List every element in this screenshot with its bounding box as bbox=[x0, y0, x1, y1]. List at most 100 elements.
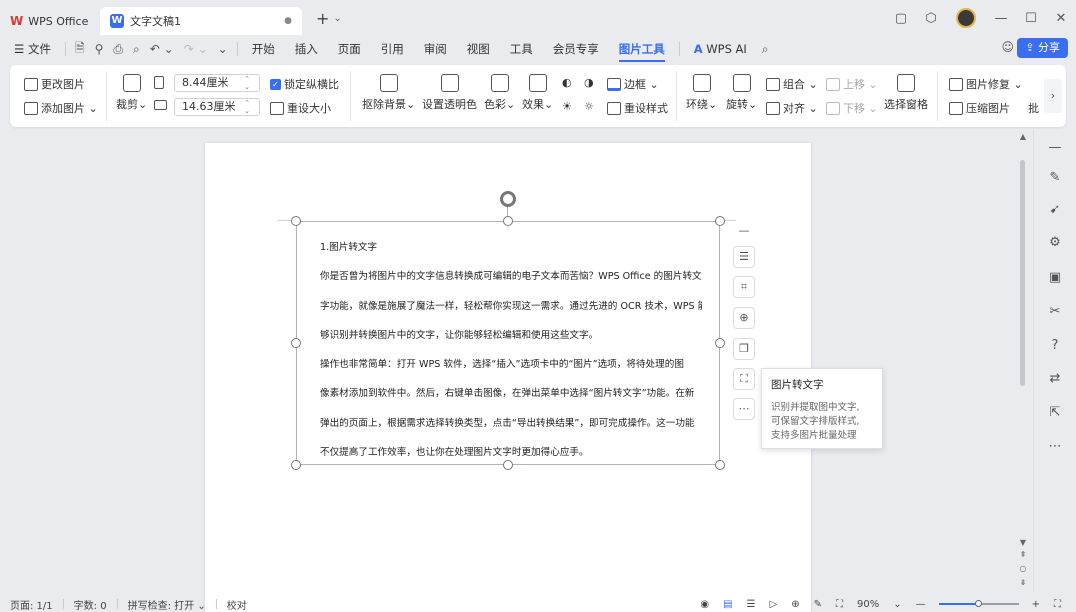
file-menu[interactable]: ☰ 文件 bbox=[0, 41, 61, 57]
minimize-icon[interactable]: — bbox=[986, 11, 1016, 26]
resize-handle-bottom-right[interactable] bbox=[715, 460, 725, 470]
zoom-dropdown-icon[interactable]: ⌄ bbox=[893, 599, 901, 610]
page-indicator[interactable]: 页面: 1/1 bbox=[0, 597, 63, 612]
image-to-text-icon[interactable]: ⛶ bbox=[733, 368, 755, 390]
wps-ai-button[interactable]: A WPS AI bbox=[684, 42, 757, 56]
pen-icon[interactable]: ✎ bbox=[1047, 170, 1063, 186]
effects-button[interactable]: 效果⌄ bbox=[522, 74, 553, 112]
scrollbar-thumb[interactable] bbox=[1020, 160, 1025, 386]
fit-page-icon[interactable]: ⛶ bbox=[836, 599, 843, 610]
more-chevron-icon[interactable]: ⌄ bbox=[213, 42, 233, 56]
save-icon[interactable]: 🗎 bbox=[70, 39, 90, 60]
tools-icon[interactable]: ✂ bbox=[1047, 304, 1063, 320]
maximize-icon[interactable]: ☐ bbox=[1016, 11, 1046, 26]
brightness-increase-icon[interactable]: ☀ bbox=[562, 100, 572, 113]
zoom-level[interactable]: 90% bbox=[857, 599, 879, 610]
page-view-icon[interactable]: ▤ bbox=[723, 599, 732, 610]
pointer-icon[interactable]: ➹ bbox=[1047, 202, 1063, 218]
tab-wps-home[interactable]: W WPS Office bbox=[0, 7, 100, 35]
scroll-down-icon[interactable]: ▼ bbox=[1017, 538, 1029, 547]
previous-page-icon[interactable]: ⇞ bbox=[1017, 550, 1029, 559]
change-image-button[interactable]: 更改图片 bbox=[24, 76, 85, 92]
menu-member[interactable]: 会员专享 bbox=[543, 41, 609, 57]
tablet-mode-icon[interactable]: ▢ bbox=[886, 11, 916, 26]
reset-size-button[interactable]: 重设大小 bbox=[270, 100, 331, 116]
share-button[interactable]: ⇪ 分享 bbox=[1017, 38, 1068, 58]
width-input[interactable]: 8.44厘米 bbox=[174, 74, 260, 92]
menu-view[interactable]: 视图 bbox=[457, 41, 500, 57]
height-input[interactable]: 14.63厘米 bbox=[174, 98, 260, 116]
lock-ratio-checkbox[interactable]: ✓ 锁定纵横比 bbox=[270, 76, 339, 92]
undo-icon[interactable]: ↶ ⌄ bbox=[145, 42, 179, 56]
resize-handle-bottom-left[interactable] bbox=[291, 460, 301, 470]
brightness-decrease-icon[interactable]: ☼ bbox=[584, 100, 594, 113]
move-down-button[interactable]: 下移 ⌄ bbox=[826, 100, 878, 116]
redo-icon[interactable]: ↷ ⌄ bbox=[179, 42, 213, 56]
zoom-out-icon[interactable]: — bbox=[916, 599, 926, 610]
unsaved-dot-icon[interactable]: ● bbox=[284, 16, 292, 26]
new-tab-plus-icon[interactable]: + bbox=[316, 9, 329, 28]
panel-toggle-icon[interactable]: — bbox=[1047, 140, 1063, 156]
menu-picture-tools[interactable]: 图片工具 bbox=[609, 41, 675, 62]
word-count[interactable]: 字数: 0 bbox=[64, 597, 117, 612]
proofread-button[interactable]: 校对 bbox=[217, 597, 257, 612]
collapse-toolbar-icon[interactable]: — bbox=[733, 221, 755, 243]
pen-mode-icon[interactable]: ✎ bbox=[814, 599, 822, 610]
image-edit-icon[interactable]: ▣ bbox=[1047, 270, 1063, 286]
color-button[interactable]: 色彩⌄ bbox=[484, 74, 515, 112]
reset-style-button[interactable]: 重设样式 bbox=[607, 100, 668, 116]
convert-icon[interactable]: ⇄ bbox=[1047, 371, 1063, 387]
crop-button[interactable]: 裁剪⌄ bbox=[116, 74, 147, 112]
vertical-scrollbar[interactable]: ▲ ▼ ⇞ ○ ⇟ bbox=[1017, 130, 1029, 592]
wrap-button[interactable]: 环绕⌄ bbox=[686, 74, 717, 112]
format-painter-icon[interactable]: ⚲ bbox=[90, 42, 109, 56]
resize-handle-top[interactable] bbox=[503, 216, 513, 226]
more-icon[interactable]: ⋯ bbox=[1047, 439, 1063, 455]
set-transparent-button[interactable]: 设置透明色 bbox=[422, 74, 477, 112]
zoom-slider-knob[interactable] bbox=[974, 600, 982, 607]
rotate-handle-icon[interactable] bbox=[500, 191, 516, 207]
contrast-increase-icon[interactable]: ◐ bbox=[562, 76, 572, 89]
crop-quick-icon[interactable]: ⌗ bbox=[733, 276, 755, 298]
menu-review[interactable]: 审阅 bbox=[414, 41, 457, 57]
more-options-icon[interactable]: ⋯ bbox=[733, 398, 755, 420]
resize-handle-top-right[interactable] bbox=[715, 216, 725, 226]
menu-start[interactable]: 开始 bbox=[242, 41, 285, 57]
align-button[interactable]: 对齐 ⌄ bbox=[766, 100, 818, 116]
play-icon[interactable]: ▷ bbox=[770, 599, 778, 610]
search-icon[interactable]: ⌕ bbox=[757, 42, 774, 57]
zoom-in-icon[interactable]: ⊕ bbox=[733, 307, 755, 329]
menu-tools[interactable]: 工具 bbox=[500, 41, 543, 57]
close-icon[interactable]: ✕ bbox=[1046, 11, 1076, 26]
menu-reference[interactable]: 引用 bbox=[371, 41, 414, 57]
cube-icon[interactable]: ⬡ bbox=[916, 11, 946, 26]
resize-handle-top-left[interactable] bbox=[291, 216, 301, 226]
group-button[interactable]: 组合 ⌄ bbox=[766, 76, 818, 92]
help-icon[interactable]: ? bbox=[1047, 338, 1063, 354]
border-button[interactable]: 边框 ⌄ bbox=[607, 76, 659, 92]
eye-protection-icon[interactable]: ◉ bbox=[700, 599, 709, 610]
share-panel-icon[interactable]: ⇱ bbox=[1047, 405, 1063, 421]
scroll-up-icon[interactable]: ▲ bbox=[1017, 132, 1029, 141]
web-view-icon[interactable]: ⊕ bbox=[791, 599, 799, 610]
resize-handle-left[interactable] bbox=[291, 338, 301, 348]
layout-options-icon[interactable]: ☰ bbox=[733, 246, 755, 268]
menu-insert[interactable]: 插入 bbox=[285, 41, 328, 57]
full-screen-icon[interactable]: ⛶ bbox=[1054, 599, 1061, 610]
rotate-button[interactable]: 旋转⌄ bbox=[726, 74, 757, 112]
print-icon[interactable]: ⎙ bbox=[108, 42, 128, 57]
next-page-icon[interactable]: ⇟ bbox=[1017, 578, 1029, 587]
tab-document[interactable]: W 文字文稿1 ● bbox=[100, 7, 302, 35]
selection-pane-button[interactable]: 选择窗格 bbox=[884, 74, 928, 112]
resize-handle-right[interactable] bbox=[715, 338, 725, 348]
contrast-decrease-icon[interactable]: ◑ bbox=[584, 76, 594, 89]
avatar[interactable] bbox=[956, 8, 976, 28]
zoom-in-plus-icon[interactable]: + bbox=[1032, 599, 1040, 610]
outline-view-icon[interactable]: ☰ bbox=[747, 599, 756, 610]
batch-button[interactable]: 批 bbox=[1028, 100, 1039, 116]
feedback-face-icon[interactable]: ☺ bbox=[1001, 40, 1014, 54]
zoom-slider[interactable] bbox=[938, 600, 1019, 607]
print-preview-icon[interactable]: ⌕ bbox=[128, 42, 145, 57]
select-browse-object-icon[interactable]: ○ bbox=[1017, 564, 1029, 573]
menu-page[interactable]: 页面 bbox=[328, 41, 371, 57]
